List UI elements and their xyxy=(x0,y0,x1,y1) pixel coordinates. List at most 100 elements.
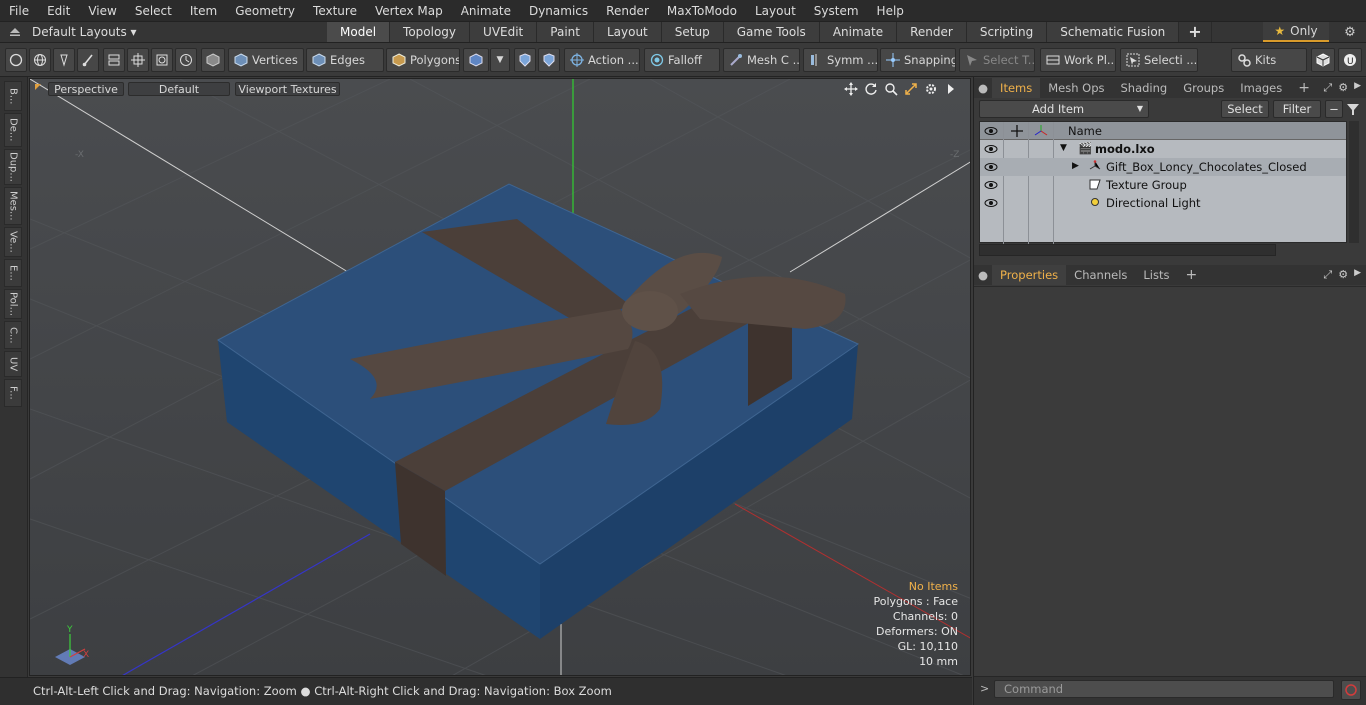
menu-view[interactable]: View xyxy=(79,0,125,22)
tab-schematic-fusion[interactable]: Schematic Fusion xyxy=(1047,22,1180,42)
tab-scripting[interactable]: Scripting xyxy=(966,22,1048,42)
item-list[interactable]: Name ▼ 🎬 modo.lxo ▶ Gift_Box_Loncy_Choco… xyxy=(979,121,1347,244)
panel-expand-icon[interactable]: ⤢ xyxy=(1323,81,1332,95)
left-tab-uv[interactable]: UV xyxy=(4,351,22,377)
align-button[interactable] xyxy=(103,48,125,72)
panel-menu-icon[interactable]: ● xyxy=(974,265,992,285)
add-panel-tab-button[interactable]: + xyxy=(1290,78,1318,98)
zoom-icon[interactable] xyxy=(884,82,898,96)
unity-button[interactable] xyxy=(1311,48,1335,72)
pan-icon[interactable] xyxy=(844,82,858,96)
visibility-eye-icon[interactable] xyxy=(984,142,998,156)
symmetry-shield-button[interactable] xyxy=(514,48,536,72)
visibility-eye-icon[interactable] xyxy=(984,178,998,192)
only-toggle[interactable]: ★ Only xyxy=(1263,22,1329,42)
left-tab-basic[interactable]: B... xyxy=(4,81,22,111)
item-row-light[interactable]: Directional Light xyxy=(980,194,1346,212)
item-list-hscrollbar[interactable] xyxy=(979,244,1276,256)
edges-button[interactable]: Edges xyxy=(306,48,384,72)
record-button[interactable] xyxy=(1341,680,1361,700)
globe-button[interactable] xyxy=(29,48,51,72)
left-tab-mesh-edit[interactable]: Mes... xyxy=(4,187,22,225)
selection-sets-button[interactable]: Selecti ... xyxy=(1120,48,1198,72)
action-center-button[interactable]: Action ... xyxy=(564,48,640,72)
collapse-button[interactable]: − xyxy=(1325,100,1343,118)
menu-item[interactable]: Item xyxy=(181,0,226,22)
menu-file[interactable]: File xyxy=(0,0,38,22)
tab-channels[interactable]: Channels xyxy=(1066,265,1135,285)
add-item-dropdown[interactable]: Add Item ▼ xyxy=(979,100,1149,118)
symmetry-button[interactable]: Symm ... xyxy=(803,48,878,72)
menu-dynamics[interactable]: Dynamics xyxy=(520,0,597,22)
default-layouts-dropdown[interactable]: Default Layouts ▾ xyxy=(32,22,137,42)
panel-menu-icon[interactable]: ● xyxy=(974,78,992,98)
perspective-dropdown[interactable]: Perspective xyxy=(48,82,124,96)
select-through-button[interactable]: Select T... xyxy=(959,48,1035,72)
left-tab-edge[interactable]: E... xyxy=(4,259,22,287)
column-name[interactable]: Name xyxy=(1068,124,1102,138)
brush-button[interactable] xyxy=(77,48,99,72)
shield-check-button[interactable] xyxy=(538,48,560,72)
vertices-button[interactable]: Vertices xyxy=(228,48,304,72)
tab-model[interactable]: Model xyxy=(327,22,391,42)
menu-maxtomodo[interactable]: MaxToModo xyxy=(658,0,746,22)
filter-button[interactable]: Filter xyxy=(1273,100,1321,118)
panel-more-icon[interactable]: ▶ xyxy=(1354,81,1361,95)
viewport-textures-dropdown[interactable]: Viewport Textures xyxy=(235,82,340,96)
unreal-button[interactable]: U xyxy=(1338,48,1362,72)
tab-lists[interactable]: Lists xyxy=(1135,265,1177,285)
menu-system[interactable]: System xyxy=(805,0,868,22)
menu-edit[interactable]: Edit xyxy=(38,0,79,22)
material-button[interactable] xyxy=(463,48,489,72)
tab-groups[interactable]: Groups xyxy=(1175,78,1232,98)
menu-geometry[interactable]: Geometry xyxy=(226,0,304,22)
tab-images[interactable]: Images xyxy=(1232,78,1290,98)
menu-layout[interactable]: Layout xyxy=(746,0,805,22)
polygons-button[interactable]: Polygons xyxy=(386,48,460,72)
expand-arrow-icon[interactable]: ▶ xyxy=(1072,161,1079,171)
left-tab-fusion[interactable]: F... xyxy=(4,379,22,407)
panel-more-icon[interactable]: ▶ xyxy=(1354,268,1361,282)
left-tab-curve[interactable]: C... xyxy=(4,321,22,349)
viewport-expand-icon[interactable] xyxy=(944,82,958,96)
menu-select[interactable]: Select xyxy=(126,0,181,22)
tab-render[interactable]: Render xyxy=(897,22,967,42)
left-tab-deform[interactable]: De... xyxy=(4,113,22,147)
panel-gear-icon[interactable]: ⚙ xyxy=(1338,268,1348,282)
item-row-texture-group[interactable]: Texture Group xyxy=(980,176,1346,194)
menu-texture[interactable]: Texture xyxy=(304,0,366,22)
item-row-scene[interactable]: ▼ 🎬 modo.lxo xyxy=(980,140,1346,158)
item-row-mesh[interactable]: ▶ Gift_Box_Loncy_Chocolates_Closed xyxy=(980,158,1346,176)
falloff-button[interactable]: Falloff xyxy=(644,48,720,72)
mesh-constraint-button[interactable]: Mesh C ... xyxy=(723,48,800,72)
left-tab-polygon[interactable]: Pol... xyxy=(4,289,22,319)
visibility-eye-icon[interactable] xyxy=(984,160,998,174)
maximize-icon[interactable] xyxy=(904,82,918,96)
rotate-icon[interactable] xyxy=(864,82,878,96)
select-circle-button[interactable] xyxy=(5,48,27,72)
panel-gear-icon[interactable]: ⚙ xyxy=(1338,81,1348,95)
item-mode-button[interactable] xyxy=(201,48,225,72)
pen-button[interactable] xyxy=(53,48,75,72)
tab-animate[interactable]: Animate xyxy=(819,22,898,42)
add-panel-tab-button[interactable]: + xyxy=(1178,265,1206,285)
tab-shading[interactable]: Shading xyxy=(1113,78,1176,98)
visibility-eye-icon[interactable] xyxy=(984,196,998,210)
shading-dropdown[interactable]: Default xyxy=(128,82,230,96)
tab-properties[interactable]: Properties xyxy=(992,265,1067,285)
command-input[interactable]: Command xyxy=(994,680,1334,698)
menu-animate[interactable]: Animate xyxy=(452,0,520,22)
viewport-menu-icon[interactable] xyxy=(35,84,41,90)
tab-items[interactable]: Items xyxy=(992,78,1041,98)
material-dropdown[interactable]: ▼ xyxy=(490,48,510,72)
kits-button[interactable]: Kits xyxy=(1231,48,1307,72)
center-button[interactable] xyxy=(127,48,149,72)
expand-arrow-icon[interactable]: ▼ xyxy=(1060,143,1067,153)
add-tab-button[interactable]: + xyxy=(1179,22,1212,42)
menu-render[interactable]: Render xyxy=(597,0,658,22)
menu-vertex-map[interactable]: Vertex Map xyxy=(366,0,452,22)
funnel-icon[interactable] xyxy=(1345,101,1361,117)
bounding-button[interactable] xyxy=(151,48,173,72)
work-plane-button[interactable]: Work Pl... xyxy=(1040,48,1116,72)
panel-expand-icon[interactable]: ⤢ xyxy=(1323,268,1332,282)
